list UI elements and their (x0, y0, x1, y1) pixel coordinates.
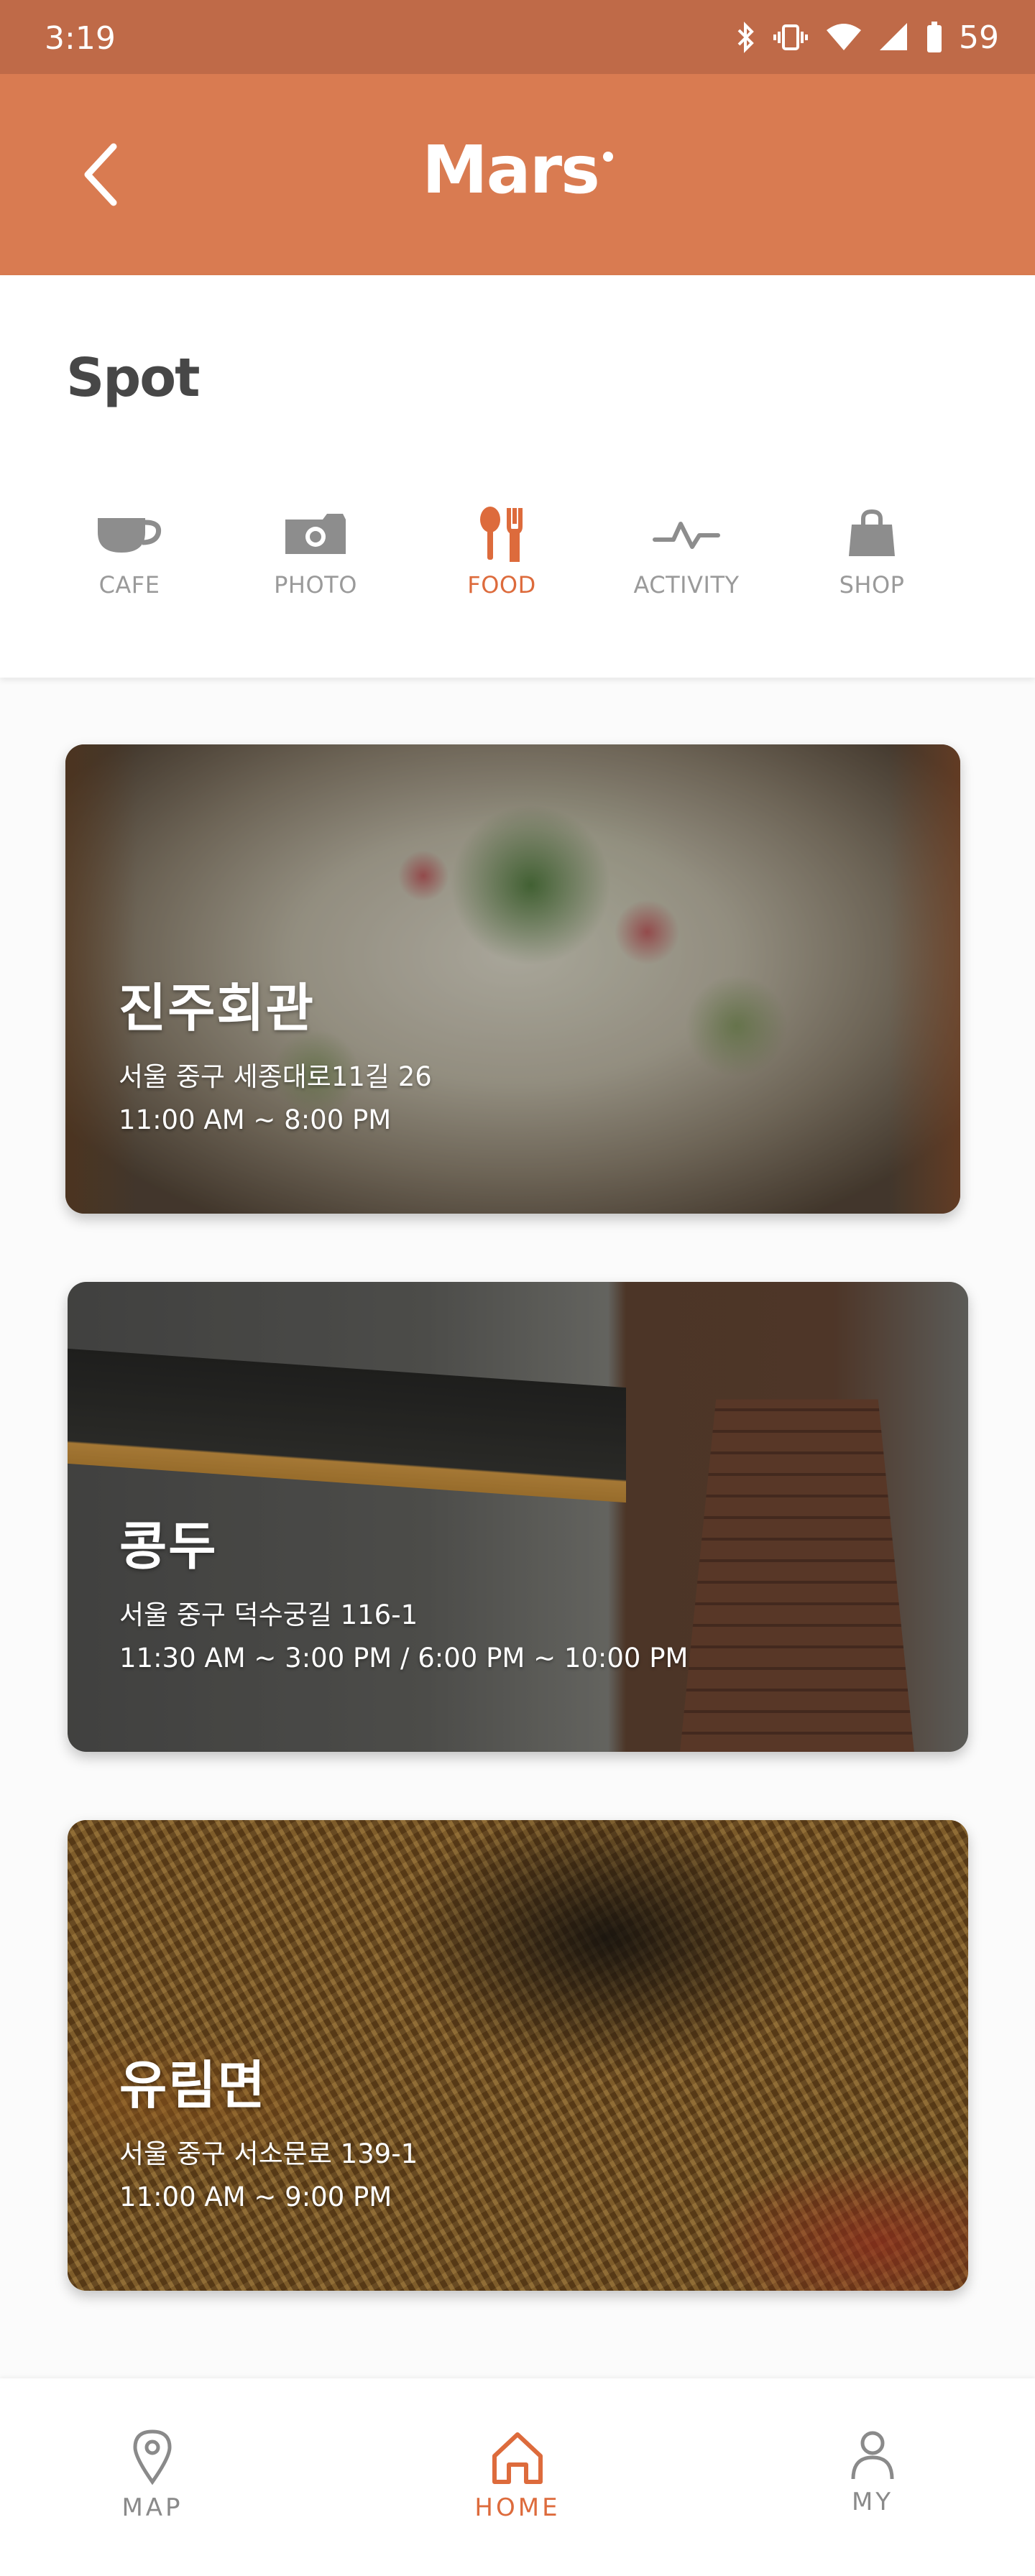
home-icon (492, 2432, 543, 2484)
category-label: ACTIVITY (633, 571, 740, 599)
place-card[interactable]: 진주회관 서울 중구 세종대로11길 26 11:00 AM ~ 8:00 PM (65, 744, 960, 1214)
category-photo[interactable]: PHOTO (244, 505, 387, 599)
app-title-text: Mars (422, 131, 600, 208)
user-icon (851, 2431, 894, 2480)
place-info: 유림면 서울 중구 서소문로 139-1 11:00 AM ~ 9:00 PM (119, 2043, 418, 2219)
wifi-icon (827, 24, 861, 50)
status-icons: 59 (736, 16, 999, 59)
status-bar: 3:19 59 (0, 0, 1035, 74)
nav-map[interactable]: MAP (80, 2429, 224, 2522)
status-time: 3:19 (45, 20, 116, 57)
place-name: 유림면 (119, 2055, 267, 2115)
spot-title: Spot (66, 347, 200, 409)
map-pin-icon (133, 2429, 172, 2485)
category-label: FOOD (467, 571, 536, 599)
app-header: Mars (0, 74, 1035, 275)
nav-label: MAP (121, 2493, 183, 2522)
title-dot (602, 152, 613, 162)
place-address: 서울 중구 서소문로 139-1 (119, 2138, 418, 2169)
place-info: 콩두 서울 중구 덕수궁길 116-1 11:30 AM ~ 3:00 PM /… (119, 1504, 688, 1680)
category-activity[interactable]: ACTIVITY (615, 505, 758, 599)
spot-section: Spot CAFE PHOTO FOOD ACTIVITY SHOP (0, 275, 1035, 678)
place-card[interactable]: 유림면 서울 중구 서소문로 139-1 11:00 AM ~ 9:00 PM (68, 1820, 968, 2291)
category-shop[interactable]: SHOP (800, 505, 944, 599)
category-cafe[interactable]: CAFE (58, 505, 201, 599)
vibrate-icon (773, 24, 808, 50)
shopping-bag-icon (800, 505, 944, 563)
place-address: 서울 중구 덕수궁길 116-1 (119, 1599, 418, 1630)
place-info: 진주회관 서울 중구 세종대로11길 26 11:00 AM ~ 8:00 PM (119, 966, 432, 1142)
place-name: 콩두 (119, 1516, 218, 1576)
signal-icon (880, 23, 907, 50)
place-hours: 11:00 AM ~ 8:00 PM (119, 1104, 392, 1135)
category-label: PHOTO (274, 571, 357, 599)
camera-icon (244, 505, 387, 563)
activity-icon (615, 505, 758, 563)
category-tabs: CAFE PHOTO FOOD ACTIVITY SHOP (0, 505, 1035, 613)
place-card[interactable]: 콩두 서울 중구 덕수궁길 116-1 11:30 AM ~ 3:00 PM /… (68, 1282, 968, 1752)
bluetooth-icon (737, 22, 754, 53)
category-food[interactable]: FOOD (430, 505, 574, 599)
cafe-icon (58, 505, 201, 563)
place-hours: 11:30 AM ~ 3:00 PM / 6:00 PM ~ 10:00 PM (119, 1643, 689, 1674)
battery-icon (927, 22, 942, 52)
category-label: CAFE (98, 571, 160, 599)
place-hours: 11:00 AM ~ 9:00 PM (119, 2182, 392, 2212)
nav-my[interactable]: MY (801, 2429, 944, 2516)
place-address: 서울 중구 세종대로11길 26 (119, 1061, 432, 1092)
nav-home[interactable]: HOME (446, 2429, 589, 2522)
category-label: SHOP (839, 571, 905, 599)
battery-percent: 59 (959, 19, 999, 56)
nav-label: MY (851, 2488, 894, 2516)
food-icon (430, 505, 574, 563)
bottom-nav: MAP HOME MY (0, 2378, 1035, 2576)
app-title: Mars (0, 131, 1035, 208)
nav-label: HOME (474, 2493, 561, 2522)
place-name: 진주회관 (119, 978, 315, 1038)
